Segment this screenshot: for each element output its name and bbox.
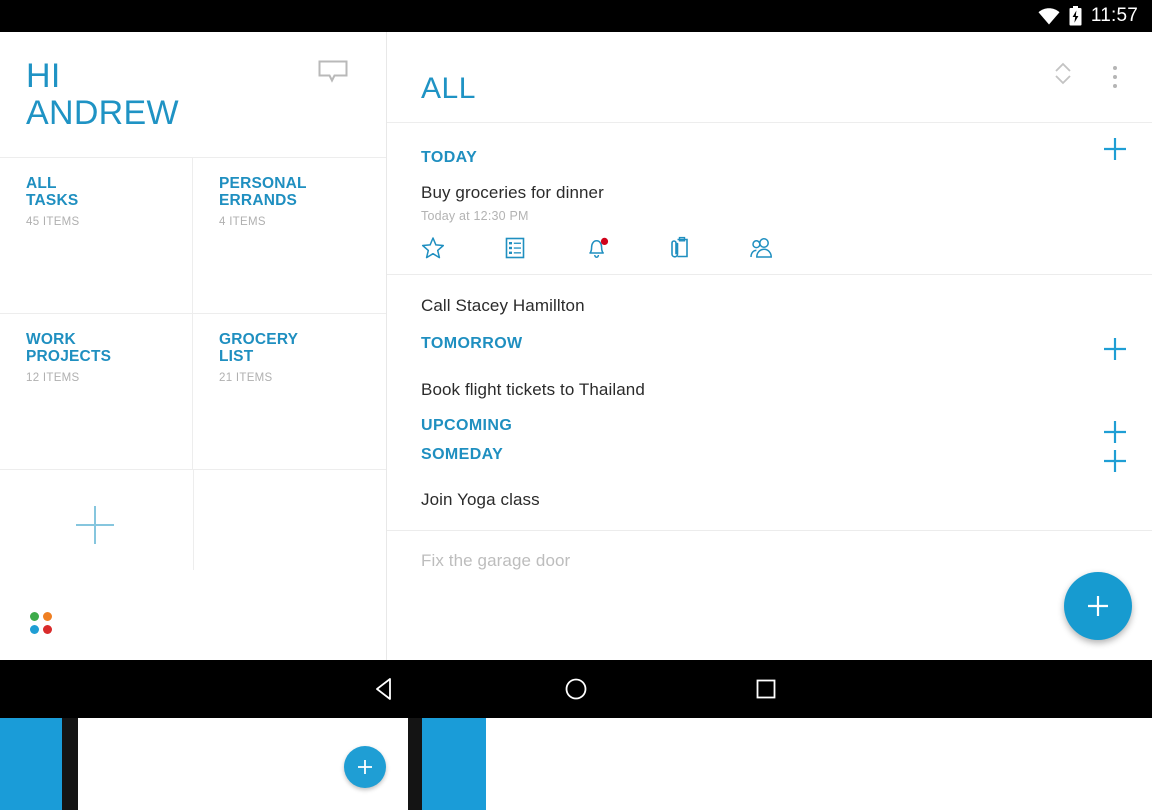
collection-card-grocery-list[interactable]: GROCERY LIST 21 ITEMS: [193, 314, 386, 470]
collection-card-personal-errands[interactable]: PERSONAL ERRANDS 4 ITEMS: [193, 158, 386, 314]
status-bar-clock: 11:57: [1090, 5, 1138, 26]
logo-dot-red: [43, 625, 52, 634]
plus-icon: [358, 760, 372, 774]
filmstrip-divider: [408, 718, 422, 810]
section-header-today: TODAY: [387, 123, 1152, 175]
task-row[interactable]: Call Stacey Hamillton: [387, 275, 1152, 335]
collection-title-line1: WORK: [26, 331, 76, 348]
collection-count: 12 ITEMS: [26, 372, 80, 384]
add-task-button-today[interactable]: [1100, 134, 1130, 164]
greeting-line-1: HI: [26, 57, 61, 95]
plus-icon: [72, 502, 118, 548]
task-row[interactable]: Join Yoga class: [387, 475, 1152, 530]
main-header: ALL: [387, 32, 1152, 123]
back-triangle-icon[interactable]: [369, 672, 403, 706]
android-navigation-bar: [0, 660, 1152, 718]
collection-title-line2: PROJECTS: [26, 348, 112, 365]
add-collection-empty-cell: [194, 470, 387, 570]
task-title: Book flight tickets to Thailand: [421, 380, 645, 399]
add-collection-button[interactable]: [0, 470, 194, 570]
battery-charging-icon: [1069, 6, 1082, 26]
chat-bubble-icon[interactable]: [318, 60, 348, 84]
filmstrip-thumbnail-right[interactable]: [422, 718, 486, 810]
home-circle-icon[interactable]: [559, 672, 593, 706]
logo-dot-blue: [30, 625, 39, 634]
checklist-icon[interactable]: [503, 236, 585, 260]
app-window: HI ANDREW ALL TASKS 45 ITEMS PERSONAL ER…: [0, 32, 1152, 660]
collection-count: 45 ITEMS: [26, 216, 80, 228]
filmstrip-divider: [62, 718, 78, 810]
sort-chevrons-icon[interactable]: [1050, 56, 1076, 90]
wifi-icon: [1038, 7, 1060, 25]
greeting-line-2: ANDREW: [26, 94, 179, 132]
share-people-icon[interactable]: [749, 236, 831, 260]
filmstrip-fab[interactable]: [344, 746, 386, 788]
section-label: TOMORROW: [421, 335, 523, 352]
collection-title-line2: ERRANDS: [219, 192, 298, 209]
recents-square-icon[interactable]: [749, 672, 783, 706]
task-title: Join Yoga class: [421, 490, 540, 509]
collection-title-line1: GROCERY: [219, 331, 299, 348]
star-icon[interactable]: [421, 236, 503, 260]
collections-grid: ALL TASKS 45 ITEMS PERSONAL ERRANDS 4 IT…: [0, 157, 386, 470]
collection-card-all-tasks[interactable]: ALL TASKS 45 ITEMS: [0, 158, 193, 314]
collection-title-line1: PERSONAL: [219, 175, 307, 192]
section-header-upcoming: UPCOMING: [387, 417, 1152, 446]
section-label: SOMEDAY: [421, 446, 504, 463]
task-action-bar: [421, 236, 1118, 260]
collection-title-line2: TASKS: [26, 192, 79, 209]
section-header-someday: SOMEDAY: [387, 446, 1152, 475]
android-status-bar: 11:57: [0, 0, 1152, 32]
collection-count: 21 ITEMS: [219, 372, 273, 384]
sidebar-panel: HI ANDREW ALL TASKS 45 ITEMS PERSONAL ER…: [0, 32, 387, 660]
collection-card-work-projects[interactable]: WORK PROJECTS 12 ITEMS: [0, 314, 193, 470]
logo-dot-orange: [43, 612, 52, 621]
greeting-header: HI ANDREW: [0, 32, 386, 157]
overflow-menu-icon[interactable]: [1104, 56, 1126, 90]
task-row[interactable]: Buy groceries for dinner Today at 12:30 …: [387, 175, 1152, 274]
add-task-button-tomorrow[interactable]: [1100, 334, 1130, 364]
plus-icon: [1088, 596, 1108, 616]
attachment-clipboard-icon[interactable]: [667, 236, 749, 260]
add-task-fab[interactable]: [1064, 572, 1132, 640]
add-task-button-upcoming[interactable]: [1100, 417, 1130, 447]
screenshot-filmstrip: [0, 718, 1152, 810]
add-task-button-someday[interactable]: [1100, 446, 1130, 476]
status-bar-right-cluster: 11:57: [1038, 5, 1138, 27]
task-title: Fix the garage door: [421, 551, 571, 570]
task-due-date: Today at 12:30 PM: [421, 209, 529, 223]
collection-title-line1: ALL: [26, 175, 57, 192]
app-logo[interactable]: [30, 612, 54, 636]
main-header-actions: [1050, 56, 1126, 90]
section-header-tomorrow: TOMORROW: [387, 335, 1152, 363]
reminder-bell-icon[interactable]: [585, 236, 667, 260]
task-title: Buy groceries for dinner: [421, 183, 604, 202]
task-row[interactable]: Book flight tickets to Thailand: [387, 363, 1152, 417]
logo-dot-green: [30, 612, 39, 621]
main-panel: ALL TODAY Buy groceries for dinner Today…: [387, 32, 1152, 660]
add-collection-row: [0, 470, 386, 570]
collection-title-line2: LIST: [219, 348, 254, 365]
section-label: UPCOMING: [421, 417, 513, 434]
task-title: Call Stacey Hamillton: [421, 296, 585, 315]
task-list: TODAY Buy groceries for dinner Today at …: [387, 123, 1152, 571]
page-title: ALL: [421, 72, 476, 105]
filmstrip-thumbnail-left[interactable]: [0, 718, 62, 810]
collection-count: 4 ITEMS: [219, 216, 266, 228]
section-label: TODAY: [421, 149, 478, 166]
task-row[interactable]: Fix the garage door: [387, 531, 1152, 571]
